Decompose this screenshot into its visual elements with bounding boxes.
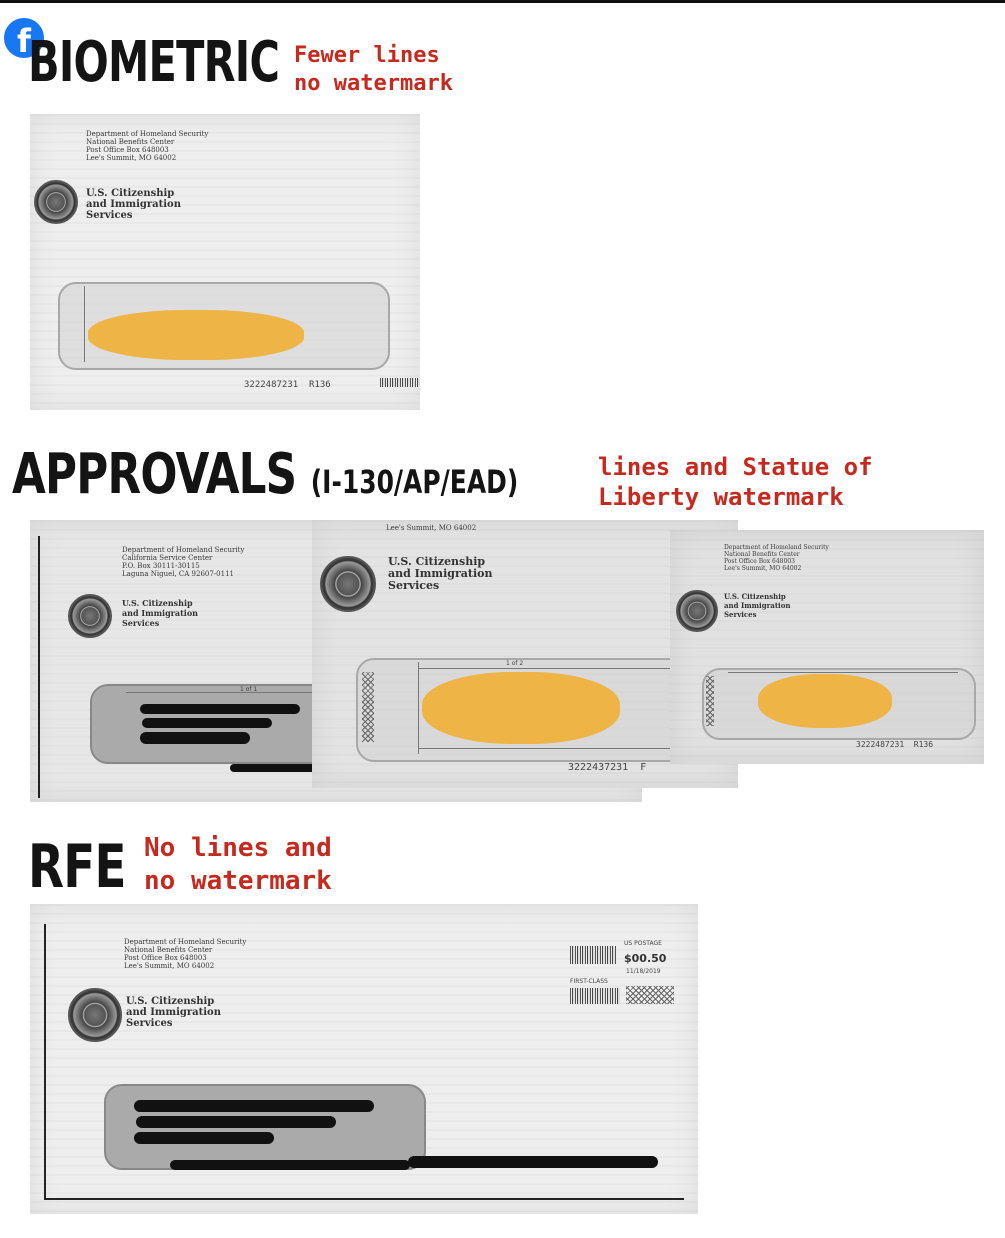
agency-name: U.S. Citizenship and Immigration Service… bbox=[86, 188, 181, 221]
redacted-line bbox=[142, 718, 272, 728]
agency-name: U.S. Citizenship and Immigration Service… bbox=[388, 555, 493, 592]
agency-name: U.S. Citizenship and Immigration Service… bbox=[126, 996, 221, 1029]
window-line bbox=[418, 662, 419, 754]
return-address: Department of Homeland Security Californ… bbox=[122, 546, 245, 578]
dhs-seal-icon bbox=[676, 590, 718, 632]
envelope-edge bbox=[38, 536, 40, 798]
window-hatch bbox=[362, 672, 374, 742]
biometric-title: BIOMETRIC bbox=[28, 30, 280, 95]
approvals-title: APPROVALS bbox=[12, 442, 297, 507]
indicia-barcode bbox=[570, 988, 620, 1004]
redacted-line bbox=[170, 1160, 410, 1170]
biometric-note: Fewer lines no watermark bbox=[294, 43, 453, 96]
rfe-note: No lines and no watermark bbox=[144, 833, 332, 896]
indicia-box bbox=[626, 986, 674, 1004]
dhs-seal-icon bbox=[320, 556, 376, 612]
barcode-number: 3222487231 R136 bbox=[856, 740, 934, 749]
return-address: Lee's Summit, MO 64002 bbox=[386, 524, 477, 532]
approvals-subtitle: (I-130/AP/EAD) bbox=[310, 463, 519, 501]
rfe-title: RFE bbox=[28, 832, 126, 902]
agency-name: U.S. Citizenship and Immigration Service… bbox=[122, 598, 198, 628]
page-marker: 1 of 1 bbox=[240, 686, 258, 693]
return-address: Department of Homeland Security National… bbox=[724, 544, 829, 572]
return-address: Department of Homeland Security National… bbox=[86, 130, 209, 162]
postal-barcode bbox=[380, 378, 420, 387]
envelope-edge bbox=[44, 1198, 684, 1200]
postage-barcode bbox=[570, 946, 616, 964]
biometric-heading: BIOMETRIC bbox=[28, 30, 280, 95]
redacted-line bbox=[136, 1116, 336, 1128]
rfe-heading: RFE bbox=[28, 832, 126, 902]
redacted-line bbox=[408, 1156, 658, 1168]
dhs-seal-icon bbox=[68, 988, 122, 1042]
redacted-address bbox=[758, 674, 892, 728]
barcode-number: 3222437231 F bbox=[568, 762, 647, 773]
redacted-line bbox=[134, 1132, 274, 1144]
redacted-address bbox=[422, 672, 620, 744]
postage-date: 11/18/2019 bbox=[626, 968, 661, 975]
postage-label: US POSTAGE bbox=[624, 940, 662, 947]
top-border bbox=[0, 0, 1005, 3]
page-marker: 1 of 2 bbox=[506, 660, 524, 667]
redacted-line bbox=[140, 732, 250, 744]
window-line bbox=[728, 672, 958, 673]
agency-name: U.S. Citizenship and Immigration Service… bbox=[724, 592, 791, 619]
redacted-address bbox=[88, 310, 304, 360]
approvals-heading: APPROVALS (I-130/AP/EAD) bbox=[12, 442, 518, 507]
dhs-seal-icon bbox=[68, 594, 112, 638]
dhs-seal-icon bbox=[34, 180, 78, 224]
biometric-envelope: Department of Homeland Security National… bbox=[30, 114, 420, 410]
envelope-edge bbox=[44, 924, 46, 1200]
window-line bbox=[84, 286, 85, 362]
redacted-line bbox=[134, 1100, 374, 1112]
postage-amount: $00.50 bbox=[624, 952, 667, 965]
redacted-line bbox=[140, 704, 300, 714]
rfe-envelope: Department of Homeland Security National… bbox=[30, 904, 698, 1214]
return-address: Department of Homeland Security National… bbox=[124, 938, 247, 970]
approval-envelope-3: Department of Homeland Security National… bbox=[670, 530, 984, 764]
postage-class: FIRST-CLASS bbox=[570, 978, 608, 985]
barcode-number: 3222487231 R136 bbox=[244, 380, 331, 390]
approvals-note: lines and Statue of Liberty watermark bbox=[598, 453, 873, 511]
window-hatch bbox=[706, 676, 714, 726]
